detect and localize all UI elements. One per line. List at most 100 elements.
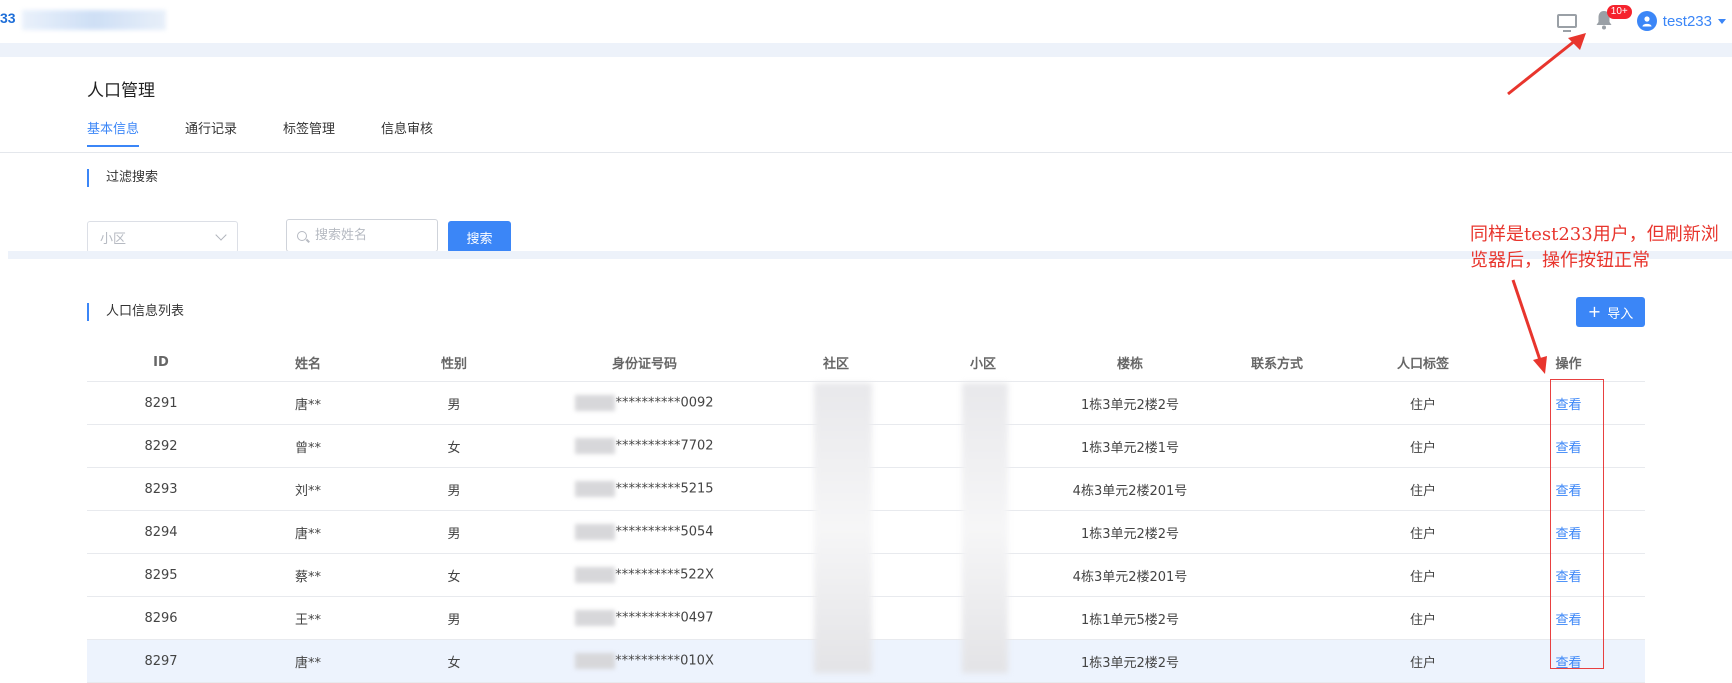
cell-id-card: **********522X	[527, 567, 762, 583]
cell-gender: 男	[447, 612, 461, 628]
tab-info-review[interactable]: 信息审核	[381, 118, 433, 147]
cell-gender: 女	[447, 569, 461, 585]
search-icon	[297, 230, 307, 241]
chevron-down-icon	[215, 229, 227, 241]
id-card-text: **********522X	[615, 567, 714, 583]
import-button-label: 导入	[1607, 306, 1634, 322]
notification-badge: 10+	[1606, 5, 1632, 19]
cell-gender: 男	[447, 397, 461, 413]
tab-basic-info[interactable]: 基本信息	[87, 118, 140, 147]
notifications[interactable]: 10+	[1595, 5, 1632, 32]
tab-access-records[interactable]: 通行记录	[185, 118, 237, 147]
redaction-estate	[962, 383, 1008, 673]
redaction-blur	[575, 653, 616, 669]
redaction-blur	[575, 524, 616, 540]
col-header-gender: 性别	[440, 356, 467, 372]
annotation-text: 同样是test233用户，但刷新浏览器后，操作按钮正常	[1470, 224, 1719, 271]
cell-id-card: **********0092	[527, 395, 762, 411]
redaction-blur	[575, 481, 616, 497]
user-icon	[1642, 16, 1652, 27]
table-header: ID 姓名 性别 身份证号码 社区 小区 楼栋 联系方式 人口标签 操作	[87, 343, 1645, 382]
col-header-estate: 小区	[969, 356, 996, 372]
cell-name: 王**	[294, 612, 321, 628]
cell-name: 唐**	[294, 397, 321, 413]
cell-building: 1栋3单元2楼2号	[1080, 655, 1180, 671]
search-button[interactable]: 搜索	[448, 221, 511, 253]
cell-tag: 住户	[1409, 526, 1436, 542]
cell-tag: 住户	[1409, 397, 1436, 413]
cell-building: 4栋3单元2楼201号	[1072, 483, 1188, 499]
cell-gender: 女	[447, 655, 461, 671]
col-header-community: 社区	[822, 356, 849, 372]
username[interactable]: test233	[1663, 13, 1712, 30]
header-divider-band	[0, 43, 1732, 57]
cell-id-card: **********0497	[527, 610, 762, 626]
cell-name: 唐**	[294, 655, 321, 671]
annotation-highlight-box	[1550, 379, 1604, 669]
cell-id: 8293	[144, 481, 178, 497]
cell-tag: 住户	[1409, 483, 1436, 499]
col-header-id-card: 身份证号码	[611, 356, 677, 372]
search-input[interactable]	[313, 227, 427, 244]
cell-id: 8296	[144, 610, 178, 626]
redaction-blur	[575, 610, 616, 626]
import-button[interactable]: + 导入	[1576, 297, 1645, 327]
tab-tag-management[interactable]: 标签管理	[283, 118, 335, 147]
id-card-text: **********0497	[615, 610, 714, 626]
cell-tag: 住户	[1409, 569, 1436, 585]
cell-building: 1栋3单元2楼2号	[1080, 526, 1180, 542]
redaction-blur	[575, 567, 616, 583]
community-select-placeholder: 小区	[100, 231, 127, 247]
plus-icon: +	[1587, 302, 1602, 321]
community-select[interactable]: 小区	[87, 221, 238, 253]
cell-id: 8294	[144, 524, 178, 540]
cell-tag: 住户	[1409, 612, 1436, 628]
filter-section-title: 过滤搜索	[87, 169, 158, 187]
id-card-text: **********5215	[615, 481, 714, 497]
monitor-icon[interactable]	[1556, 14, 1577, 32]
cell-id-card: **********5054	[527, 524, 762, 540]
caret-down-icon[interactable]	[1718, 18, 1726, 24]
cell-name: 唐**	[294, 526, 321, 542]
cell-id-card: **********5215	[527, 481, 762, 497]
cell-building: 1栋1单元5楼2号	[1080, 612, 1180, 628]
search-field[interactable]	[286, 219, 438, 252]
annotation-arrow-down-icon	[1511, 279, 1547, 374]
col-header-id: ID	[153, 354, 169, 370]
id-card-text: **********5054	[615, 524, 714, 540]
col-header-name: 姓名	[294, 356, 321, 372]
redaction-community	[814, 383, 872, 673]
id-card-text: **********010X	[615, 653, 714, 669]
cell-building: 1栋3单元2楼2号	[1080, 397, 1180, 413]
id-card-text: **********7702	[615, 438, 714, 454]
cell-name: 刘**	[294, 483, 321, 499]
id-card-text: **********0092	[615, 395, 714, 411]
cell-gender: 女	[447, 440, 461, 456]
col-header-contact: 联系方式	[1250, 356, 1303, 372]
col-header-tag: 人口标签	[1396, 356, 1449, 372]
cell-id-card: **********7702	[527, 438, 762, 454]
cell-building: 4栋3单元2楼201号	[1072, 569, 1188, 585]
list-section-title: 人口信息列表	[87, 303, 184, 321]
cell-id: 8297	[144, 653, 178, 669]
user-avatar-icon[interactable]	[1636, 11, 1657, 31]
annotation-arrow-icon	[1507, 33, 1586, 96]
cell-id: 8291	[144, 395, 178, 411]
cell-tag: 住户	[1409, 655, 1436, 671]
cell-id-card: **********010X	[527, 653, 762, 669]
cell-tag: 住户	[1409, 440, 1436, 456]
cell-building: 1栋3单元2楼1号	[1080, 440, 1180, 456]
cell-gender: 男	[447, 526, 461, 542]
redaction-blur	[575, 395, 616, 411]
page-title: 人口管理	[87, 81, 155, 101]
redaction-blur	[575, 438, 616, 454]
redacted-logo-text	[22, 10, 166, 30]
cell-gender: 男	[447, 483, 461, 499]
cell-id: 8295	[144, 567, 178, 583]
col-header-building: 楼栋	[1116, 356, 1143, 372]
tabs-divider	[0, 152, 1732, 153]
tab-bar: 基本信息 通行记录 标签管理 信息审核	[87, 118, 479, 147]
cell-name: 曾**	[294, 440, 321, 456]
population-table: ID 姓名 性别 身份证号码 社区 小区 楼栋 联系方式 人口标签 操作 829…	[87, 343, 1645, 683]
cell-id: 8292	[144, 438, 178, 454]
